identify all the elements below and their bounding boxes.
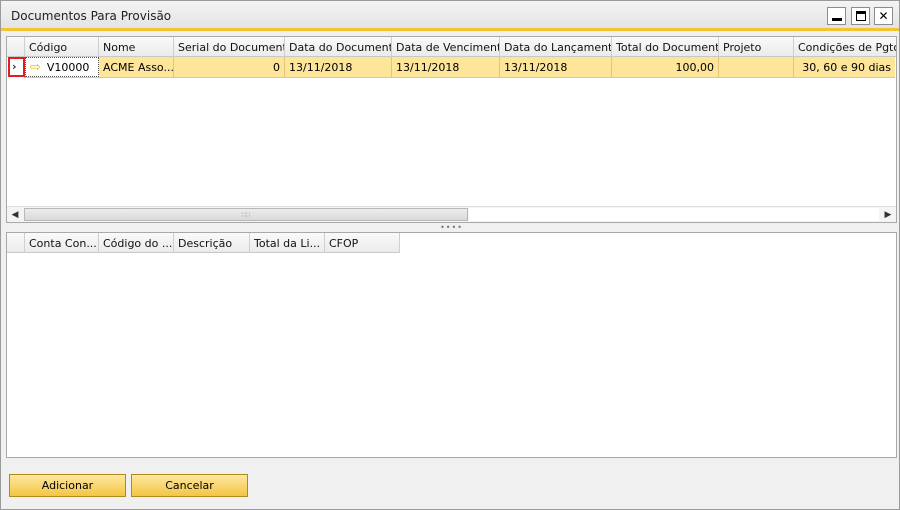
column-header-condicoes[interactable]: Condições de Pgto	[794, 37, 896, 57]
column-header-total[interactable]: Total do Documento	[612, 37, 719, 57]
column-header-conta-contabil[interactable]: Conta Con...	[25, 233, 99, 253]
scroll-left-icon[interactable]: ◀	[7, 207, 23, 222]
cell-data-documento[interactable]: 13/11/2018	[285, 57, 392, 77]
splitter-grip-icon: ••••	[440, 223, 463, 232]
scroll-right-icon[interactable]: ▶	[880, 207, 896, 222]
cell-codigo[interactable]: ⇨ V10000	[25, 57, 99, 77]
lines-grid-header: Conta Con... Código do ... Descrição Tot…	[7, 233, 400, 253]
column-header-codigo-item[interactable]: Código do ...	[99, 233, 174, 253]
cell-data-vencimento[interactable]: 13/11/2018	[392, 57, 500, 77]
cancel-button[interactable]: Cancelar	[131, 474, 248, 497]
row-header-corner	[7, 233, 25, 253]
scrollbar-track[interactable]	[469, 208, 879, 221]
column-header-descricao[interactable]: Descrição	[174, 233, 250, 253]
table-row[interactable]: › ⇨ V10000 ACME Asso... 0 13/11/2018 13/…	[7, 57, 895, 78]
lines-grid: Conta Con... Código do ... Descrição Tot…	[6, 232, 897, 458]
panel-splitter[interactable]: ••••	[6, 223, 897, 232]
link-arrow-icon[interactable]: ⇨	[30, 61, 41, 74]
column-header-serial[interactable]: Serial do Documento	[174, 37, 285, 57]
cell-codigo-value: V10000	[46, 61, 90, 74]
row-selector[interactable]: ›	[7, 57, 25, 78]
cell-projeto[interactable]	[719, 57, 794, 77]
title-bar[interactable]: Documentos Para Provisão ✕	[1, 1, 899, 31]
documents-grid: Código Nome Serial do Documento Data do …	[6, 36, 897, 223]
column-header-data-lancamento[interactable]: Data do Lançamento	[500, 37, 612, 57]
column-header-projeto[interactable]: Projeto	[719, 37, 794, 57]
documents-grid-header: Código Nome Serial do Documento Data do …	[7, 37, 896, 57]
column-header-data-documento[interactable]: Data do Documento	[285, 37, 392, 57]
maximize-button[interactable]	[851, 7, 870, 25]
minimize-icon	[831, 17, 842, 21]
minimize-button[interactable]	[827, 7, 846, 25]
scrollbar-thumb[interactable]: ∷∷	[24, 208, 468, 221]
close-button[interactable]: ✕	[874, 7, 893, 25]
row-focus-highlight	[8, 57, 25, 77]
close-icon: ✕	[878, 9, 889, 23]
provision-documents-window: Documentos Para Provisão ✕ Código Nome S…	[0, 0, 900, 510]
row-header-corner	[7, 37, 25, 57]
cell-data-lancamento[interactable]: 13/11/2018	[500, 57, 612, 77]
column-header-codigo[interactable]: Código	[25, 37, 99, 57]
cell-nome[interactable]: ACME Asso...	[99, 57, 174, 77]
horizontal-scrollbar[interactable]: ◀ ∷∷ ▶	[7, 206, 896, 222]
column-header-data-vencimento[interactable]: Data de Vencimento	[392, 37, 500, 57]
column-header-cfop[interactable]: CFOP	[325, 233, 400, 253]
add-button[interactable]: Adicionar	[9, 474, 126, 497]
column-header-total-linha[interactable]: Total da Li...	[250, 233, 325, 253]
cell-total[interactable]: 100,00	[612, 57, 719, 77]
grip-icon: ∷∷	[241, 210, 251, 219]
window-title: Documentos Para Provisão	[11, 9, 172, 23]
column-header-nome[interactable]: Nome	[99, 37, 174, 57]
maximize-icon	[855, 11, 866, 21]
cell-serial[interactable]: 0	[174, 57, 285, 77]
cell-condicoes[interactable]: 30, 60 e 90 dias	[794, 57, 895, 77]
